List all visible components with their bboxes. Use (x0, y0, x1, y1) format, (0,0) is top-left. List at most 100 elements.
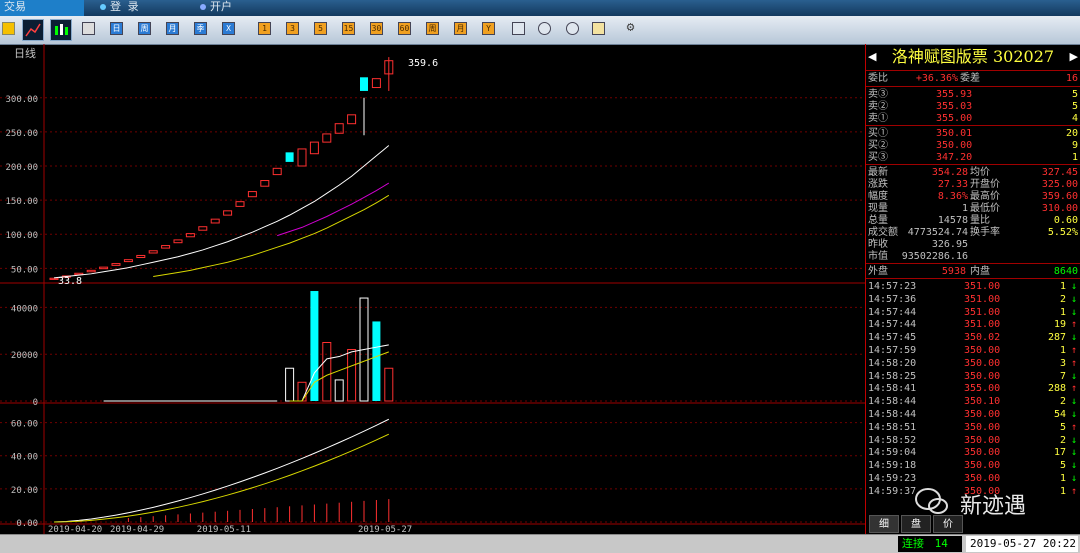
arrow-down-icon: ↓ (1070, 370, 1077, 382)
candles (49, 57, 394, 280)
date-axis: 2019-04-20 2019-04-29 2019-05-11 2019-05-27 (48, 525, 412, 534)
gear-icon[interactable]: ⚙ (624, 21, 637, 35)
tick-price: 350.00 (964, 357, 1001, 369)
period-label: 日线 (14, 46, 36, 60)
zoom-in-icon[interactable] (538, 22, 551, 35)
candle (185, 233, 195, 238)
arrow-down-icon: ↓ (1070, 396, 1077, 408)
bar-chart-icon[interactable] (2, 22, 15, 35)
min15-button[interactable]: 15 (342, 22, 355, 35)
tick-volume: 3 (1059, 357, 1066, 369)
month-period-button[interactable]: 月 (166, 22, 179, 35)
quote-panel: ◀ 洛神赋图版票 302027 ▶ 委比 +36.36% 委差 16 卖③ 355.93 5… (865, 44, 1080, 534)
arrow-down-icon: ↓ (1070, 460, 1077, 472)
prev-stock-icon[interactable]: ◀ (868, 44, 876, 70)
tick-time: 14:58:52 (868, 434, 917, 446)
divider (866, 125, 1080, 126)
tick-price: 350.00 (964, 447, 1001, 459)
volume-bar (384, 367, 394, 402)
min30-button[interactable]: 30 (370, 22, 383, 35)
price-tick-label: 150.00 (5, 197, 38, 207)
tick-row: 14:58:51 350.00 5 ↑ (866, 421, 1080, 434)
tick-volume: 1 (1059, 473, 1066, 484)
volume-bar (285, 367, 295, 402)
min1-button[interactable]: 1 (258, 22, 271, 35)
tab-trade[interactable]: 交易 (0, 0, 84, 16)
webi-row: 委比 +36.36% 委差 16 (866, 72, 1080, 85)
min3-button[interactable]: 3 (286, 22, 299, 35)
stat-value: 93502286.16 (901, 251, 968, 262)
week-button[interactable]: 周 (426, 22, 439, 35)
stock-title: ◀ 洛神赋图版票 302027 ▶ (866, 44, 1080, 70)
arrow-up-icon: ↑ (1070, 319, 1077, 331)
price-markers: 33.8 359.6 (58, 58, 438, 287)
arrow-down-icon: ↓ (1070, 332, 1077, 344)
arrow-down-icon: ↓ (1070, 409, 1077, 420)
candle (161, 245, 171, 249)
price-tick-label: 200.00 (5, 163, 38, 173)
candle (148, 250, 158, 254)
candle (210, 218, 220, 224)
zoom-out-icon[interactable] (566, 22, 579, 35)
tab-detail[interactable]: 细 (869, 515, 899, 533)
tick-volume: 17 (1053, 447, 1066, 459)
tick-time: 14:58:51 (868, 421, 917, 433)
candle-chart-button[interactable] (50, 19, 72, 41)
notes-icon[interactable] (512, 22, 525, 35)
tick-time: 14:57:45 (868, 332, 917, 344)
candle (371, 78, 381, 89)
login-icon (100, 4, 106, 10)
chart-grid (0, 44, 866, 534)
volume-bar (334, 379, 344, 402)
price-tick-label: 100.00 (5, 231, 38, 241)
indicator-tick-label: 0.00 (16, 519, 38, 529)
tab-book-label: 盘 (911, 519, 921, 530)
line-chart-button[interactable] (22, 19, 44, 41)
ask-price: 355.00 (936, 113, 973, 124)
tick-price: 350.00 (964, 434, 1001, 446)
calendar-icon[interactable] (82, 22, 95, 35)
tick-volume: 1 (1059, 345, 1066, 356)
tick-price: 351.00 (964, 306, 1001, 318)
tick-time: 14:59:23 (868, 473, 917, 484)
arrow-down-icon: ↓ (1070, 434, 1077, 446)
y-button[interactable]: Y (482, 22, 495, 35)
candle (309, 141, 319, 155)
price-tick-label: 50.00 (11, 265, 38, 275)
status-datetime: 2019-05-27 20:22 (966, 536, 1078, 552)
tick-price: 350.02 (964, 332, 1001, 344)
candle (136, 254, 146, 259)
indicator-line (53, 418, 390, 523)
tab-open-account[interactable]: 开户 (200, 0, 280, 16)
draw-icon[interactable] (592, 22, 605, 35)
arrow-down-icon: ↓ (1070, 473, 1077, 484)
inner-label: 内盘 (970, 266, 990, 277)
min60-button[interactable]: 60 (398, 22, 411, 35)
divider (866, 86, 1080, 87)
day-period-button[interactable]: 日 (110, 22, 123, 35)
tick-row: 14:58:44 350.00 54 ↓ (866, 408, 1080, 421)
tick-row: 14:59:18 350.00 5 ↓ (866, 459, 1080, 472)
quarter-period-button[interactable]: 季 (194, 22, 207, 35)
webi-value: +36.36% (915, 73, 958, 84)
tab-login-label: 登 录 (110, 0, 139, 13)
tick-row: 14:57:23 351.00 1 ↓ (866, 280, 1080, 293)
tab-login[interactable]: 登 录 (100, 0, 180, 16)
wechat-icon (915, 488, 948, 514)
kline-chart[interactable]: 日线 300.00 250.00 200.00 150.00 100.00 50.00 4… (0, 44, 866, 534)
tick-price: 350.00 (964, 421, 1001, 433)
stock-name: 洛神赋图版票 302027 (891, 47, 1055, 66)
candle (322, 133, 332, 143)
next-stock-icon[interactable]: ▶ (1070, 44, 1078, 70)
tick-row: 14:57:44 351.00 1 ↓ (866, 306, 1080, 319)
ask-volume: 4 (1071, 113, 1078, 124)
x-button[interactable]: X (222, 22, 235, 35)
week-period-button[interactable]: 周 (138, 22, 151, 35)
ma10-line (153, 194, 390, 278)
volume-tick-label: 40000 (11, 304, 38, 314)
indicator-tick-label: 60.00 (11, 420, 38, 430)
volume-bar (322, 342, 332, 402)
min5-button[interactable]: 5 (314, 22, 327, 35)
month-button[interactable]: 月 (454, 22, 467, 35)
divider (866, 70, 1080, 71)
